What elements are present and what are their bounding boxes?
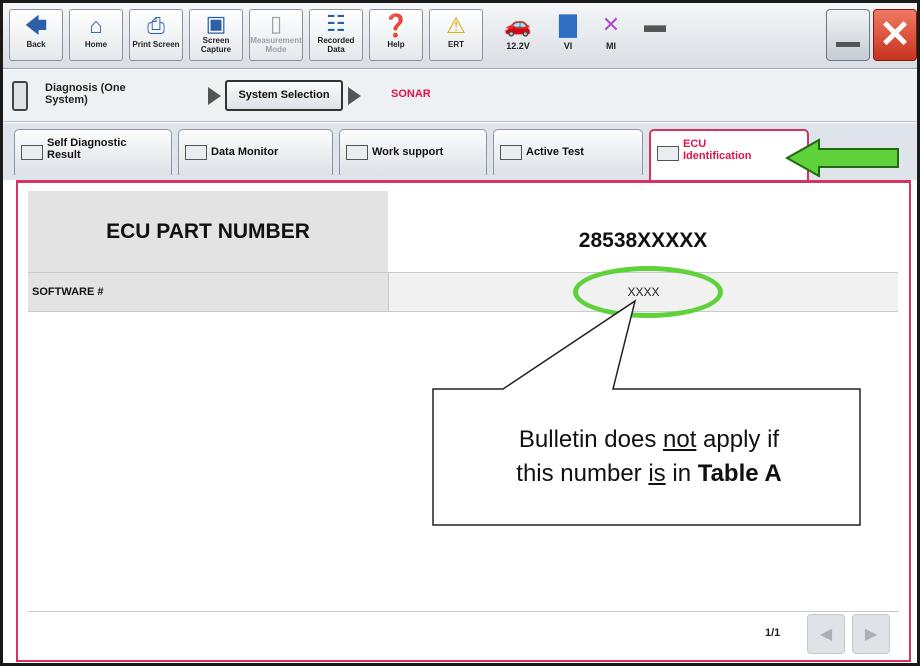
breadcrumb-current: SONAR bbox=[391, 88, 431, 100]
warning-icon: ⚠ bbox=[446, 13, 466, 38]
ecu-identification-panel: ECU PART NUMBER 28538XXXXX SOFTWARE # XX… bbox=[16, 180, 911, 662]
breadcrumb: Diagnosis (One System) System Selection … bbox=[3, 70, 917, 122]
battery-status: ▬ bbox=[635, 9, 675, 61]
callout-text: Bulletin does not apply if this number i… bbox=[516, 426, 782, 487]
home-button[interactable]: ⌂ Home bbox=[69, 9, 123, 61]
software-number-label: SOFTWARE # bbox=[28, 272, 388, 312]
ert-button[interactable]: ⚠ ERT bbox=[429, 9, 483, 61]
back-button[interactable]: 🡄 Back bbox=[9, 9, 63, 61]
page-prev-button[interactable]: ◀ bbox=[807, 614, 845, 654]
battery-icon: ▬ bbox=[644, 12, 666, 37]
ecu-icon bbox=[657, 146, 679, 161]
work-support-icon bbox=[346, 145, 368, 160]
tab-self-diagnostic-result[interactable]: Self Diagnostic Result bbox=[14, 129, 172, 175]
battery-voltage-status: 🚗 12.2V bbox=[493, 9, 543, 61]
recorded-data-icon: ☷ bbox=[326, 11, 346, 36]
tab-work-support[interactable]: Work support bbox=[339, 129, 487, 175]
print-screen-button[interactable]: ⎙ Print Screen bbox=[129, 9, 183, 61]
breadcrumb-diagnosis[interactable]: Diagnosis (One System) bbox=[45, 82, 155, 106]
vi-status: ▇ VI bbox=[548, 9, 588, 61]
help-button[interactable]: ❓ Help bbox=[369, 9, 423, 61]
page-indicator: 1/1 bbox=[765, 627, 781, 639]
breadcrumb-arrow-icon bbox=[348, 87, 361, 105]
system-selection-button[interactable]: System Selection bbox=[225, 80, 343, 111]
camera-icon: ▣ bbox=[205, 11, 227, 36]
x-icon: ✕ bbox=[601, 12, 621, 37]
tab-active-test[interactable]: Active Test bbox=[493, 129, 643, 175]
meter-icon: ▯ bbox=[269, 11, 283, 36]
minimize-button[interactable] bbox=[826, 9, 870, 61]
toolbar: 🡄 Back ⌂ Home ⎙ Print Screen ▣ Screen Ca… bbox=[3, 3, 917, 69]
annotation-highlight-oval bbox=[573, 266, 723, 318]
pagination-bar: 1/1 ◀ ▶ bbox=[28, 614, 898, 656]
annotation-arrow bbox=[785, 138, 899, 178]
home-icon: ⌂ bbox=[89, 13, 103, 38]
diagnostic-icon bbox=[21, 145, 43, 160]
help-icon: ❓ bbox=[382, 13, 410, 38]
mi-status: ✕ MI bbox=[591, 9, 631, 61]
active-test-icon bbox=[500, 145, 522, 160]
ecu-part-number-value: 28538XXXXX bbox=[388, 191, 898, 272]
close-button[interactable]: ✕ bbox=[873, 9, 917, 61]
back-arrow-icon: 🡄 bbox=[24, 13, 48, 38]
ecu-part-number-label: ECU PART NUMBER bbox=[28, 191, 388, 272]
monitor-icon bbox=[185, 145, 207, 160]
app-window: 🡄 Back ⌂ Home ⎙ Print Screen ▣ Screen Ca… bbox=[0, 0, 920, 666]
measurement-mode-button[interactable]: ▯ Measurement Mode bbox=[249, 9, 303, 61]
car-icon: 🚗 bbox=[504, 12, 532, 37]
recorded-data-button[interactable]: ☷ Recorded Data bbox=[309, 9, 363, 61]
page-next-button[interactable]: ▶ bbox=[852, 614, 890, 654]
signal-icon: ▇ bbox=[559, 12, 577, 37]
tab-bar: Self Diagnostic Result Data Monitor Work… bbox=[3, 123, 917, 180]
breadcrumb-arrow-icon bbox=[208, 87, 221, 105]
printer-icon: ⎙ bbox=[147, 13, 165, 38]
device-icon bbox=[12, 81, 28, 111]
tab-data-monitor[interactable]: Data Monitor bbox=[178, 129, 333, 175]
screen-capture-button[interactable]: ▣ Screen Capture bbox=[189, 9, 243, 61]
